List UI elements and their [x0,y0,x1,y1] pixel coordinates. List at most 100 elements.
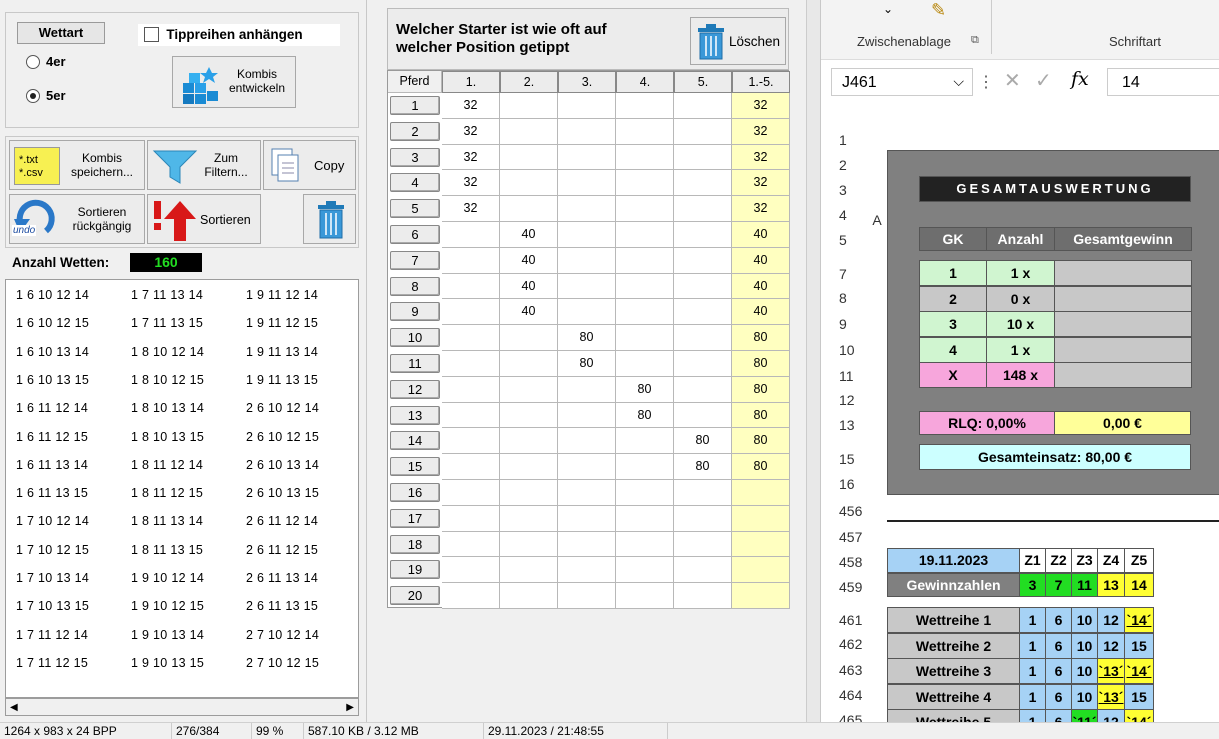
pferd-button[interactable]: 14 [390,431,440,451]
list-item[interactable]: 1 8 10 13 15 [131,430,204,444]
row-number[interactable]: 459 [821,579,865,595]
list-item[interactable]: 2 6 11 12 15 [246,543,318,557]
row-number[interactable]: 465 [821,712,865,722]
pferd-button[interactable]: 11 [390,354,440,373]
list-item[interactable]: 1 9 11 12 14 [246,288,318,302]
formula-input[interactable]: 14 [1107,68,1219,96]
format-painter-icon[interactable]: ✎ [931,0,946,21]
gk-cell[interactable] [1054,311,1192,337]
pferd-button[interactable]: 19 [390,560,440,580]
pferd-button[interactable]: 20 [390,586,440,606]
list-item[interactable]: 1 6 10 13 14 [16,345,89,359]
list-item[interactable]: 2 6 11 13 14 [246,571,318,585]
list-item[interactable]: 1 7 11 12 14 [16,628,88,642]
pferd-button[interactable]: 12 [390,379,440,399]
list-item[interactable]: 1 6 11 13 14 [16,458,88,472]
wettreihe-cell[interactable]: 12 [1097,709,1125,722]
wettreihe-cell[interactable]: 10 [1071,683,1098,710]
pferd-button[interactable]: 17 [390,508,440,528]
gesamteinsatz-cell[interactable]: Gesamteinsatz: 80,00 € [919,444,1191,470]
wettreihe-cell[interactable]: 15 [1124,632,1154,659]
row-number[interactable]: 5 [821,232,865,248]
loeschen-button[interactable]: Löschen [690,17,786,65]
row-number[interactable]: 462 [821,636,865,652]
gk-cell[interactable]: 148 x [986,362,1055,388]
fx-icon[interactable]: fx [1071,68,1089,90]
list-item[interactable]: 1 6 11 12 15 [16,430,88,444]
list-item[interactable]: 1 8 11 12 14 [131,458,203,472]
gk-cell[interactable]: 3 [919,311,987,337]
radio-4er-circle[interactable] [26,54,40,69]
gk-cell[interactable] [1054,336,1192,363]
wettreihe-cell[interactable]: 10 [1071,607,1098,633]
list-item[interactable]: 2 6 11 13 15 [246,599,318,613]
list-item[interactable]: 1 8 11 13 15 [131,543,203,557]
row-number[interactable]: 9 [821,316,865,332]
radio-5er[interactable]: 5er [26,88,66,103]
list-item[interactable]: 1 8 11 12 15 [131,486,203,500]
cancel-icon[interactable]: ✕ [1004,68,1021,93]
list-item[interactable]: 1 7 11 13 14 [131,288,203,302]
gk-cell[interactable]: 4 [919,336,987,363]
list-item[interactable]: 2 6 10 13 14 [246,458,319,472]
zum-filtern-button[interactable]: Zum Filtern... [147,140,261,190]
row-number[interactable]: 13 [821,417,865,433]
tippreihen-checkbox[interactable]: Tippreihen anhängen [138,24,340,46]
sortieren-rueckgaengig-button[interactable]: undo Sortieren rückgängig [9,194,145,244]
gewinnzahl-cell[interactable]: 13 [1097,573,1125,597]
row-number[interactable]: 15 [821,451,865,467]
gewinnzahl-cell[interactable]: 7 [1045,573,1072,597]
wettreihe-cell[interactable]: 10 [1071,658,1098,684]
list-item[interactable]: 1 8 10 13 14 [131,401,204,415]
list-item[interactable]: 1 9 11 13 14 [246,345,318,359]
gk-cell[interactable] [1054,285,1192,312]
gk-cell[interactable]: 10 x [986,311,1055,337]
row-number[interactable]: 456 [821,503,865,519]
row-number[interactable]: 11 [821,368,865,384]
pferd-button[interactable]: 13 [390,405,440,425]
tippreihen-checkbox-box[interactable] [144,27,159,43]
wettreihe-cell[interactable]: `13´ [1097,683,1125,710]
wettreihe-cell[interactable]: `14´ [1124,658,1154,684]
horizontal-scrollbar[interactable]: ◀ ▶ [5,698,359,716]
rlq-amount-cell[interactable]: 0,00 € [1054,411,1191,435]
wettreihe-cell[interactable]: 1 [1019,658,1046,684]
name-box-chevron-icon[interactable]: ⌵ [953,73,964,90]
list-item[interactable]: 2 6 10 12 15 [246,430,319,444]
dropdown-chevron-icon[interactable]: ⌄ [883,2,893,16]
radio-5er-circle[interactable] [26,88,40,103]
gk-cell[interactable]: 2 [919,285,987,312]
copy-button[interactable]: Copy [263,140,356,190]
row-number[interactable]: 10 [821,342,865,358]
wettreihe-cell[interactable]: 15 [1124,683,1154,710]
list-item[interactable]: 1 6 11 12 14 [16,401,88,415]
list-item[interactable]: 2 7 10 12 14 [246,628,319,642]
wettreihe-cell[interactable]: 6 [1045,709,1072,722]
wettreihe-cell[interactable]: `14´ [1124,709,1154,722]
pferd-button[interactable]: 7 [390,250,440,270]
kombis-speichern-button[interactable]: *.txt *.csv Kombis speichern... [9,140,145,190]
pferd-button[interactable]: 9 [390,302,440,322]
wettreihe-cell[interactable]: `14´ [1124,607,1154,633]
list-item[interactable]: 1 7 11 13 15 [131,316,203,330]
row-number[interactable]: 458 [821,554,865,570]
gewinnzahl-cell[interactable]: 14 [1124,573,1154,597]
list-item[interactable]: 1 7 10 12 15 [16,543,89,557]
wettreihe-cell[interactable]: 6 [1045,632,1072,659]
list-item[interactable]: 1 9 10 13 14 [131,628,204,642]
pferd-button[interactable]: 4 [390,173,440,193]
pferd-button[interactable]: 1 [390,96,440,115]
list-item[interactable]: 1 7 11 12 15 [16,656,88,670]
pferd-button[interactable]: 8 [390,276,440,296]
row-number[interactable]: 8 [821,290,865,306]
row-number[interactable]: 464 [821,687,865,703]
confirm-icon[interactable]: ✓ [1035,68,1052,93]
wettreihe-cell[interactable]: 1 [1019,607,1046,633]
sortieren-button[interactable]: Sortieren [147,194,261,244]
list-item[interactable]: 2 7 10 12 15 [246,656,319,670]
list-item[interactable]: 1 8 10 12 14 [131,345,204,359]
gewinnzahl-cell[interactable]: 11 [1071,573,1098,597]
wettreihe-cell[interactable]: 12 [1097,607,1125,633]
name-box[interactable]: J461 ⌵ [831,68,973,96]
list-item[interactable]: 1 9 11 12 15 [246,316,318,330]
